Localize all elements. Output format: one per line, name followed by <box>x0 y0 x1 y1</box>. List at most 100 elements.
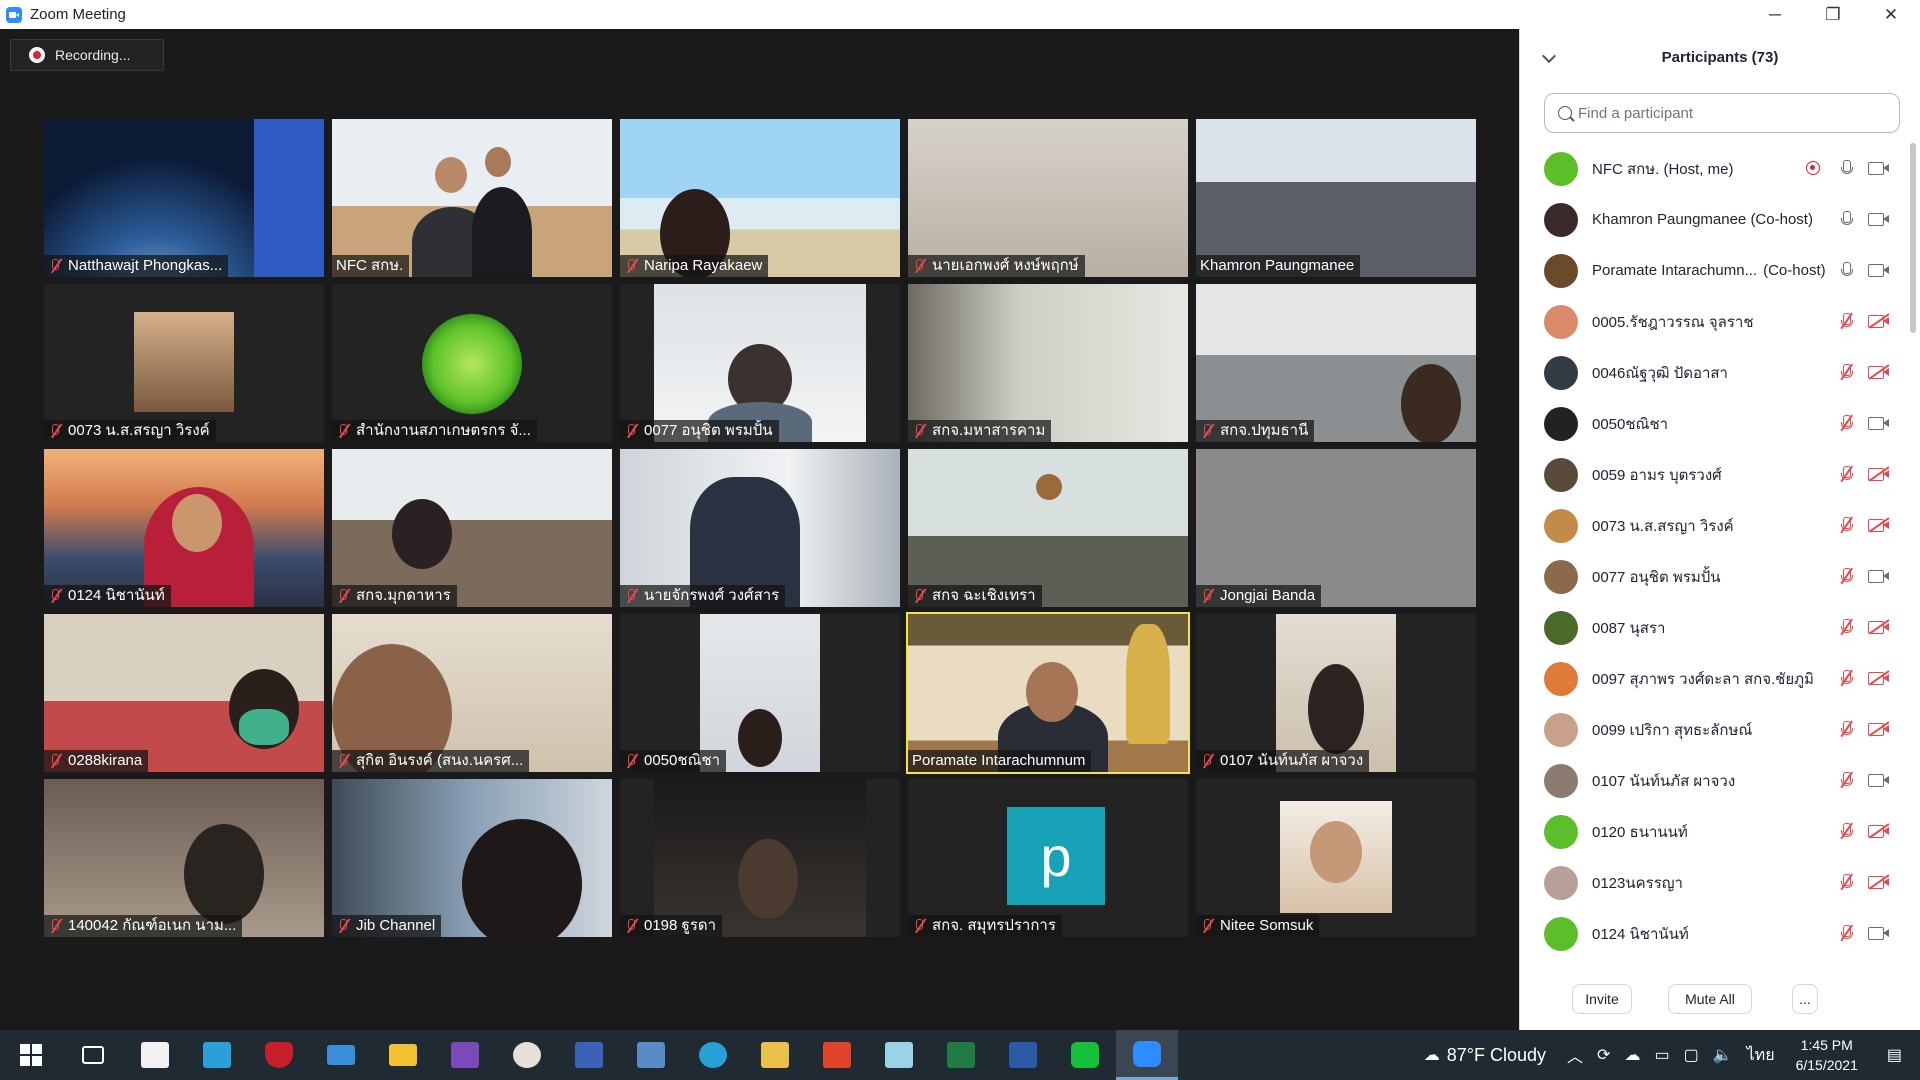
participant-row[interactable]: 0123นครรญา <box>1520 857 1910 908</box>
video-tile[interactable]: สกจ.ปทุมธานี <box>1196 284 1476 442</box>
mic-muted-icon[interactable] <box>1838 414 1854 432</box>
participant-row[interactable]: 0099 เปริกา สุทธะลักษณ์ <box>1520 704 1910 755</box>
chevron-down-icon[interactable] <box>1541 48 1557 64</box>
line-icon[interactable] <box>1054 1030 1116 1080</box>
volume-icon[interactable]: 🔈 <box>1713 1045 1733 1065</box>
visual-studio-icon[interactable] <box>434 1030 496 1080</box>
participant-row[interactable]: 0124 นิชานันท์ <box>1520 908 1910 959</box>
maximize-button[interactable]: ❐ <box>1804 0 1862 29</box>
participant-row[interactable]: 0097 สุภาพร วงศ์ดะลา สกจ.ชัยภูมิ <box>1520 653 1910 704</box>
onedrive-icon[interactable]: ☁ <box>1624 1045 1640 1065</box>
mic-icon[interactable] <box>1838 159 1854 177</box>
mic-muted-icon[interactable] <box>1838 363 1854 381</box>
video-tile[interactable]: NFC สกษ. <box>332 119 612 277</box>
notification-icon[interactable]: ▤ <box>1887 1045 1902 1065</box>
mic-icon[interactable] <box>1838 261 1854 279</box>
more-options-button[interactable]: ... <box>1792 984 1818 1014</box>
video-tile[interactable]: 0288kirana <box>44 614 324 772</box>
video-tile[interactable]: สกจ.มหาสารคาม <box>908 284 1188 442</box>
participant-row[interactable]: 0087 นุสรา <box>1520 602 1910 653</box>
chevron-up-icon[interactable]: ︿ <box>1567 1043 1583 1067</box>
visio-icon[interactable] <box>558 1030 620 1080</box>
participant-row[interactable]: 0050ชณิชา <box>1520 398 1910 449</box>
task-view-icon[interactable] <box>62 1030 124 1080</box>
mail-icon[interactable] <box>310 1030 372 1080</box>
video-tile[interactable]: 0077 อนุชิต พรมปั้น <box>620 284 900 442</box>
video-tile[interactable]: สำนักงานสภาเกษตรกร จั... <box>332 284 612 442</box>
mic-muted-icon[interactable] <box>1838 516 1854 534</box>
video-tile[interactable]: 0124 นิชานันท์ <box>44 449 324 607</box>
remote-desktop-icon[interactable] <box>620 1030 682 1080</box>
video-tile[interactable]: p สกจ. สมุทรปราการ <box>908 779 1188 937</box>
video-feed <box>44 284 324 442</box>
weather-text[interactable]: 87°F Cloudy <box>1447 1045 1546 1066</box>
battery-icon[interactable]: ▭ <box>1654 1045 1669 1065</box>
tools-icon[interactable] <box>744 1030 806 1080</box>
participant-row[interactable]: 0120 ธนานนท์ <box>1520 806 1910 857</box>
start-button[interactable] <box>0 1030 62 1080</box>
video-tile[interactable]: Jib Channel <box>332 779 612 937</box>
video-tile[interactable]: สุกิต อินรงค์ (สนง.นครศ... <box>332 614 612 772</box>
mic-muted-icon[interactable] <box>1838 822 1854 840</box>
mic-muted-icon[interactable] <box>1838 567 1854 585</box>
search-placeholder[interactable]: Find a participant <box>1578 105 1693 122</box>
active-speaker-tile[interactable]: Poramate Intarachumnum <box>906 612 1190 774</box>
mic-muted-icon[interactable] <box>1838 465 1854 483</box>
mic-muted-icon[interactable] <box>1838 618 1854 636</box>
l-app-icon[interactable] <box>186 1030 248 1080</box>
video-tile[interactable]: 0050ชณิชา <box>620 614 900 772</box>
participant-row[interactable]: 0046ณัฐวุฒิ ปัดอาสา <box>1520 347 1910 398</box>
video-tile[interactable]: 0198 ฐูรดา <box>620 779 900 937</box>
video-tile[interactable]: Naripa Rayakaew <box>620 119 900 277</box>
store-icon[interactable] <box>124 1030 186 1080</box>
sync-icon[interactable]: ⟳ <box>1597 1045 1610 1065</box>
video-tile[interactable]: 0073 น.ส.สรญา วิรงค์ <box>44 284 324 442</box>
mic-muted-icon[interactable] <box>1838 669 1854 687</box>
excel-icon[interactable] <box>930 1030 992 1080</box>
video-tile[interactable]: สกจ.มุกดาหาร <box>332 449 612 607</box>
video-tile[interactable]: Nitee Somsuk <box>1196 779 1476 937</box>
paint-icon[interactable] <box>496 1030 558 1080</box>
edge-icon[interactable] <box>682 1030 744 1080</box>
video-tile[interactable]: สกจ ฉะเชิงเทรา <box>908 449 1188 607</box>
participant-row[interactable]: 0073 น.ส.สรญา วิรงค์ <box>1520 500 1910 551</box>
video-tile[interactable]: 140042 กัณฑ์อเนก นาม... <box>44 779 324 937</box>
video-tile[interactable]: นายจักรพงศ์ วงศ์สาร <box>620 449 900 607</box>
recording-indicator[interactable]: Recording... <box>10 39 164 71</box>
participant-list-scrollbar[interactable] <box>1910 143 1916 333</box>
mute-all-button[interactable]: Mute All <box>1668 984 1752 1014</box>
mic-muted-icon[interactable] <box>1838 312 1854 330</box>
video-tile[interactable]: Jongjai Banda <box>1196 449 1476 607</box>
close-button[interactable]: ✕ <box>1862 0 1920 29</box>
input-language[interactable]: ไทย <box>1747 1043 1775 1068</box>
participant-row[interactable]: 0077 อนุชิต พรมปั้น <box>1520 551 1910 602</box>
mic-muted-icon[interactable] <box>1838 720 1854 738</box>
mic-muted-icon[interactable] <box>1838 873 1854 891</box>
video-tile[interactable]: 0107 นันท์นภัส ผาจวง <box>1196 614 1476 772</box>
mcafee-icon[interactable] <box>248 1030 310 1080</box>
participant-row[interactable]: 0107 นันท์นภัส ผาจวง <box>1520 755 1910 806</box>
participant-search[interactable]: Find a participant <box>1544 93 1900 133</box>
participant-row[interactable]: 0059 อามร บุตรวงศ์ <box>1520 449 1910 500</box>
word-icon[interactable] <box>992 1030 1054 1080</box>
mic-muted-icon[interactable] <box>1838 771 1854 789</box>
zoom-taskbar-icon[interactable] <box>1116 1030 1178 1080</box>
network-icon[interactable]: ▢ <box>1684 1045 1699 1065</box>
notepad-icon[interactable] <box>868 1030 930 1080</box>
invite-button[interactable]: Invite <box>1572 984 1632 1014</box>
video-tile[interactable]: นายเอกพงศ์ หงษ์พฤกษ์ <box>908 119 1188 277</box>
minimize-button[interactable]: ─ <box>1746 0 1804 29</box>
participant-row[interactable]: Khamron Paungmanee (Co-host) <box>1520 194 1910 245</box>
participant-row[interactable]: 0005.รัชฎาวรรณ จุลราช <box>1520 296 1910 347</box>
clock[interactable]: 1:45 PM 6/15/2021 <box>1796 1035 1858 1075</box>
video-feed <box>908 614 1188 772</box>
mic-muted-icon[interactable] <box>1838 924 1854 942</box>
mic-icon[interactable] <box>1838 210 1854 228</box>
participant-row[interactable]: Poramate Intarachumn... (Co-host) <box>1520 245 1910 296</box>
cloud-weather-icon[interactable]: ☁ <box>1424 1045 1440 1065</box>
video-tile[interactable]: Khamron Paungmanee <box>1196 119 1476 277</box>
video-tile[interactable]: Natthawajt Phongkas... <box>44 119 324 277</box>
file-explorer-icon[interactable] <box>372 1030 434 1080</box>
participant-row[interactable]: NFC สกษ. (Host, me) <box>1520 143 1910 194</box>
office-icon[interactable] <box>806 1030 868 1080</box>
